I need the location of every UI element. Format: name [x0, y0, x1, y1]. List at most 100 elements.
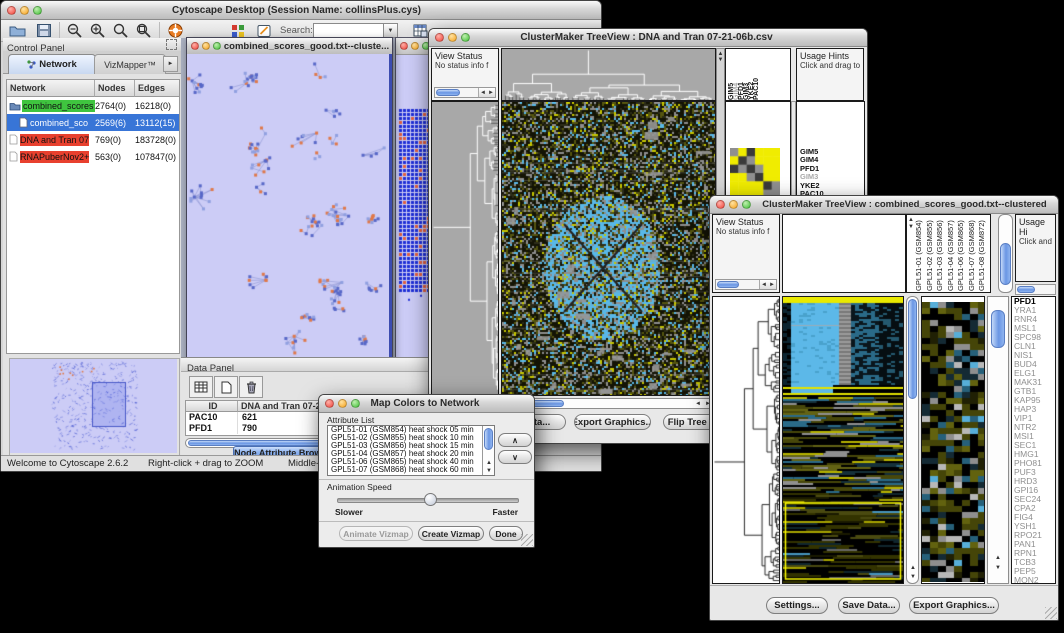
search-input[interactable] [313, 23, 385, 38]
tv1-export-graphics-button[interactable]: Export Graphics... [574, 414, 651, 430]
network-view-canvas-1[interactable] [187, 54, 389, 359]
tv2-zoom-vscrollbar[interactable]: ▲ ▼ [987, 296, 1009, 584]
network-overview-panel[interactable] [9, 358, 180, 456]
save-session-button[interactable] [33, 22, 55, 39]
attribute-list-vscrollbar[interactable]: ▲ ▼ [482, 426, 494, 475]
network-row-rnapuber[interactable]: RNAPuberNov2+ 563(0) 107847(0) [7, 148, 179, 165]
document-icon [9, 151, 18, 162]
zoom-selected-button[interactable] [133, 22, 155, 39]
resize-grip[interactable] [1045, 607, 1057, 619]
network-row-combined-scores[interactable]: combined_scores 2764(0) 16218(0) [7, 97, 179, 114]
delete-attribute-button[interactable] [239, 376, 263, 398]
tv2-zoom-heatmap-panel[interactable] [921, 296, 985, 584]
network-window1-titlebar[interactable]: combined_scores_good.txt--cluste... [187, 38, 392, 55]
zoom-window-icon[interactable] [742, 200, 751, 209]
label-item: GPL51-04 (GSM857) [946, 218, 957, 291]
table-icon [194, 381, 208, 393]
tab-vizmapper[interactable]: VizMapper™ [94, 54, 166, 74]
close-icon[interactable] [400, 42, 408, 50]
search-label: Search: [280, 25, 313, 36]
tv1-usage-hints-panel: Usage Hints Click and drag to [796, 48, 864, 101]
tv2-bottom-bar: Settings... Save Data... Export Graphics… [710, 585, 1058, 620]
tv2-usage-scrollbar[interactable] [1015, 284, 1056, 295]
open-session-button[interactable] [6, 22, 28, 39]
tv2-heatmap[interactable] [782, 296, 904, 584]
tv1-row-dendrogram[interactable] [431, 101, 499, 396]
animate-vizmap-button[interactable]: Animate Vizmap [339, 526, 413, 541]
zoom-fit-button[interactable] [110, 22, 132, 39]
status-zoom-hint: Right-click + drag to ZOOM [148, 458, 263, 469]
zoom-window-icon[interactable] [461, 33, 470, 42]
network-window1-title: combined_scores_good.txt--cluste... [221, 41, 392, 52]
close-icon[interactable] [7, 6, 16, 15]
label-item[interactable]: GPL51-07 (GSM868) heat shock 60 min [328, 466, 494, 474]
minimize-icon[interactable] [411, 42, 419, 50]
network-table-header[interactable]: Network Nodes Edges [7, 80, 179, 97]
tv2-status-scrollbar[interactable]: ◄► [715, 279, 777, 290]
tv2-column-labels: ▲ ▼ GPL51-01 (GSM854)GPL51-02 (GSM855)GP… [906, 214, 991, 293]
main-titlebar[interactable]: Cytoscape Desktop (Session Name: collins… [1, 1, 601, 20]
tv2-usage-hints-panel: Usage Hi Click and [1015, 214, 1056, 282]
minimize-icon[interactable] [202, 42, 210, 50]
tv2-main-vscrollbar[interactable]: ▲ ▼ [906, 296, 919, 584]
document-icon [9, 134, 18, 145]
network-tab-icon [27, 60, 36, 69]
resize-grip[interactable] [521, 534, 533, 546]
close-icon[interactable] [325, 399, 334, 408]
move-down-button[interactable]: ∨ [498, 450, 532, 464]
float-panel-icon[interactable] [166, 39, 177, 50]
animation-speed-slider[interactable] [337, 498, 519, 503]
new-document-icon [221, 381, 232, 394]
overview-canvas[interactable] [10, 359, 177, 453]
attribute-listbox[interactable]: GPL51-01 (GSM854) heat shock 05 minGPL51… [327, 425, 495, 476]
done-button[interactable]: Done [489, 526, 523, 541]
create-vizmap-button[interactable]: Create Vizmap [418, 526, 484, 541]
tv1-zoom-matrix[interactable] [730, 148, 780, 198]
treeview2-titlebar[interactable]: ClusterMaker TreeView : combined_scores_… [710, 196, 1058, 214]
tv2-top-vscrollbar[interactable] [998, 214, 1013, 293]
treeview1-titlebar[interactable]: ClusterMaker TreeView : DNA and Tran 07-… [429, 29, 867, 47]
status-welcome: Welcome to Cytoscape 2.6.2 [7, 458, 128, 469]
tv1-column-dendrogram[interactable] [501, 48, 716, 101]
main-window-title: Cytoscape Desktop (Session Name: collins… [42, 5, 551, 16]
minimize-icon[interactable] [338, 399, 347, 408]
tv1-status-scrollbar[interactable]: ◄► [434, 87, 496, 98]
close-icon[interactable] [716, 200, 725, 209]
close-icon[interactable] [191, 42, 199, 50]
document-icon [19, 117, 28, 128]
slider-thumb[interactable] [424, 493, 437, 506]
help-icon[interactable] [164, 22, 186, 39]
tv1-view-status-panel: View Status No status info f ◄► [431, 48, 499, 101]
table-mode-button[interactable] [189, 376, 213, 398]
tv2-row-dendrogram[interactable] [712, 296, 780, 584]
window-controls [7, 6, 42, 15]
dialog-titlebar[interactable]: Map Colors to Network [319, 395, 534, 413]
minimize-icon[interactable] [20, 6, 29, 15]
new-attribute-button[interactable] [214, 376, 238, 398]
search-dropdown-button[interactable]: ▼ [383, 23, 398, 38]
network-row-dna-tran[interactable]: DNA and Tran 07 769(0) 183728(0) [7, 131, 179, 148]
minimize-icon[interactable] [729, 200, 738, 209]
minimize-icon[interactable] [448, 33, 457, 42]
tv2-export-graphics-button[interactable]: Export Graphics... [909, 597, 999, 614]
tv2-column-tree-area[interactable] [782, 214, 906, 293]
label-item: GPL51-08 (GSM872) [977, 218, 988, 291]
zoom-window-icon[interactable] [33, 6, 42, 15]
close-icon[interactable] [435, 33, 444, 42]
zoom-window-icon[interactable] [351, 399, 360, 408]
animation-speed-label: Animation Speed [327, 482, 392, 492]
zoom-in-button[interactable] [87, 22, 109, 39]
move-up-button[interactable]: ∧ [498, 433, 532, 447]
tv2-save-data-button[interactable]: Save Data... [838, 597, 900, 614]
chevron-down-icon: ▼ [388, 28, 394, 34]
tab-overflow-button[interactable]: ► [163, 56, 178, 72]
tab-network[interactable]: Network [8, 54, 96, 74]
desktop: Cytoscape Desktop (Session Name: collins… [0, 0, 1064, 633]
zoom-out-button[interactable] [64, 22, 86, 39]
tv2-settings-button[interactable]: Settings... [766, 597, 828, 614]
network-row-combined-sco-selected[interactable]: combined_sco 2569(6) 13112(15) [7, 114, 179, 131]
slower-label: Slower [335, 507, 363, 517]
label-item: GPL51-06 (GSM865) [956, 218, 967, 291]
tv1-heatmap[interactable] [501, 101, 716, 396]
zoom-window-icon[interactable] [213, 42, 221, 50]
